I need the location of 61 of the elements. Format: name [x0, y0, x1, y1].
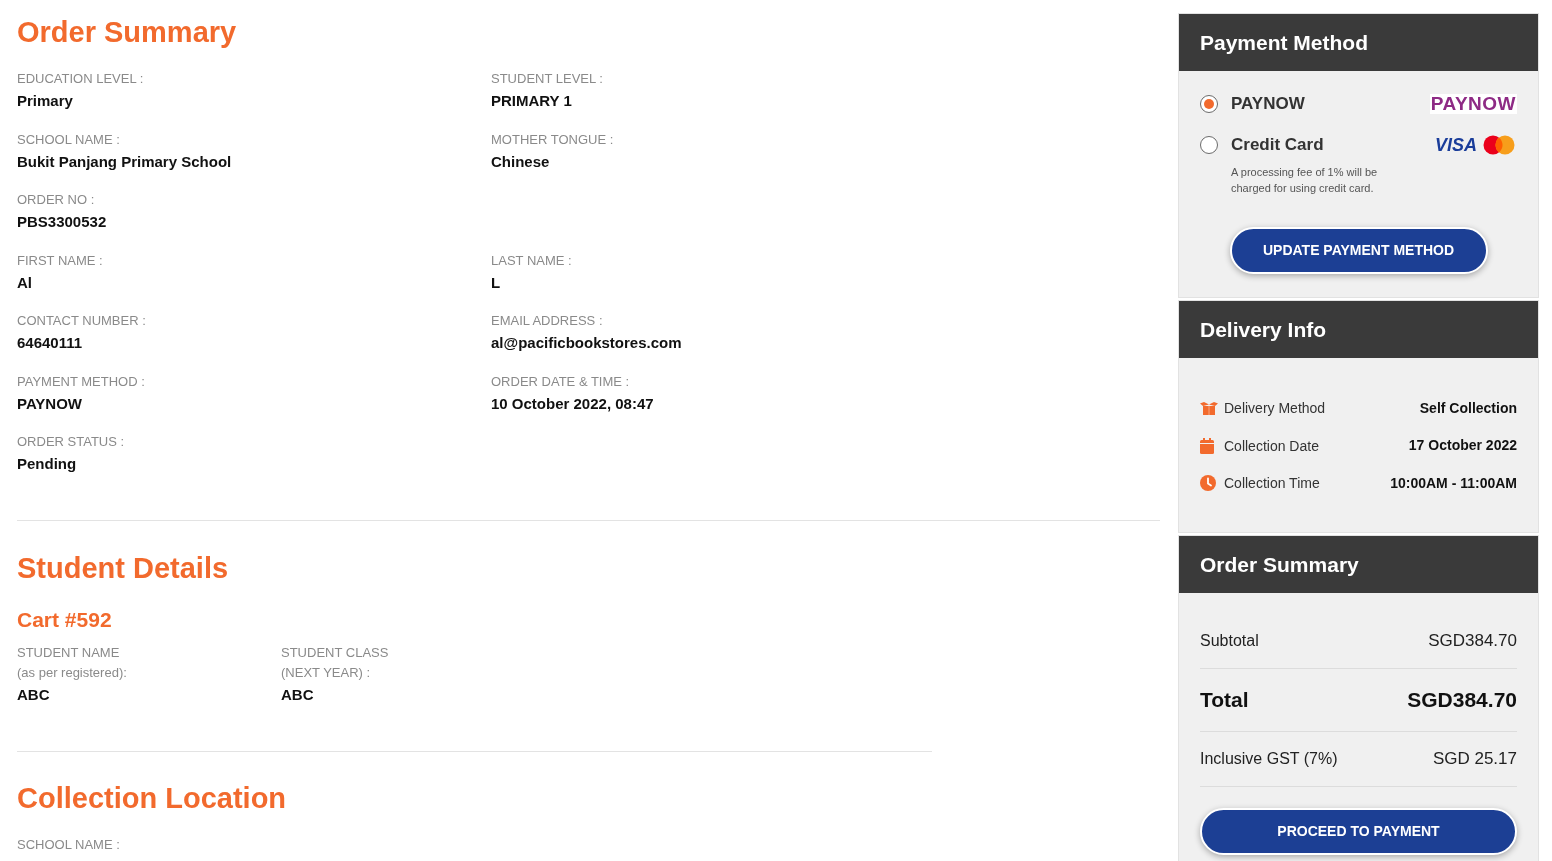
field-label: PAYMENT METHOD : — [17, 372, 145, 391]
field-value: Al — [17, 272, 32, 293]
field-label: ORDER STATUS : — [17, 433, 125, 451]
update-payment-button[interactable]: UPDATE PAYMENT METHOD — [1229, 227, 1488, 274]
field-value: ABC — [281, 685, 314, 705]
summary-value: SGD 25.17 — [1432, 748, 1517, 770]
info-value: 17 October 2022 — [1408, 436, 1517, 455]
field-value: Bukit Panjang Primary School — [17, 151, 232, 172]
summary-label: Subtotal — [1200, 631, 1259, 651]
field-value: Pending — [17, 454, 77, 474]
field-value: Primary — [17, 91, 73, 111]
panel-title: Payment Method — [1200, 29, 1369, 56]
section-title: Student Details — [17, 551, 229, 585]
clock-icon — [1200, 475, 1216, 491]
field-value: PAYNOW — [17, 393, 82, 414]
field-label: STUDENT NAME (as per registered): — [17, 644, 127, 682]
calendar-icon — [1200, 437, 1214, 454]
field-label: STUDENT CLASS (NEXT YEAR) : — [281, 644, 389, 682]
field-label: LAST NAME : — [491, 251, 572, 270]
note-text: A processing fee of 1% will be charged for using credit card. — [1231, 165, 1379, 196]
field-value: 64640111 — [17, 333, 83, 353]
proceed-to-payment-button[interactable]: PROCEED TO PAYMENT — [1200, 808, 1517, 855]
info-label: Collection Date — [1224, 437, 1319, 454]
field-label: ORDER NO : — [17, 191, 95, 209]
field-label: FIRST NAME : — [17, 251, 103, 270]
field-label: STUDENT LEVEL : — [491, 70, 603, 88]
field-label: MOTHER TONGUE : — [491, 130, 614, 149]
field-value: ABC — [17, 685, 50, 705]
field-label: EMAIL ADDRESS : — [491, 312, 603, 330]
section-title: Order Summary — [17, 15, 237, 49]
field-label: EDUCATION LEVEL : — [17, 70, 144, 88]
field-value: Chinese — [491, 151, 550, 172]
info-label: Delivery Method — [1224, 400, 1326, 416]
field-label: CONTACT NUMBER : — [17, 312, 146, 330]
payment-logo: PAYNOW — [1429, 94, 1517, 114]
payment-logo: VISA — [1435, 135, 1477, 155]
field-value: PBS3300532 — [17, 212, 107, 232]
radio-button[interactable] — [1200, 136, 1218, 154]
info-label: Collection Time — [1224, 475, 1320, 491]
card-logo-icon — [1481, 135, 1517, 155]
info-value: Self Collection — [1419, 398, 1517, 418]
field-value: PRIMARY 1 — [491, 91, 572, 111]
panel-title: Delivery Info — [1200, 316, 1327, 343]
total-label: Total — [1200, 687, 1249, 713]
panel-title: Order Summary — [1200, 551, 1359, 578]
field-value: 10 October 2022, 08:47 — [491, 393, 654, 414]
field-label: ORDER DATE & TIME : — [491, 372, 630, 391]
total-value: SGD384.70 — [1407, 687, 1517, 713]
radio-button[interactable] — [1200, 95, 1218, 113]
summary-value: SGD384.70 — [1428, 630, 1517, 652]
box-icon — [1200, 401, 1218, 415]
summary-label: Inclusive GST (7%) — [1200, 749, 1338, 769]
info-value: 10:00AM - 11:00AM — [1390, 473, 1517, 493]
cart-title: Cart #592 — [17, 607, 112, 633]
section-title: Collection Location — [17, 781, 287, 815]
field-value: L — [491, 272, 501, 293]
field-label: SCHOOL NAME : — [17, 130, 120, 149]
option-label[interactable]: Credit Card — [1231, 135, 1324, 155]
option-label[interactable]: PAYNOW — [1231, 94, 1305, 114]
field-value: al@pacificbookstores.com — [491, 333, 682, 353]
field-label: SCHOOL NAME : — [17, 836, 120, 854]
